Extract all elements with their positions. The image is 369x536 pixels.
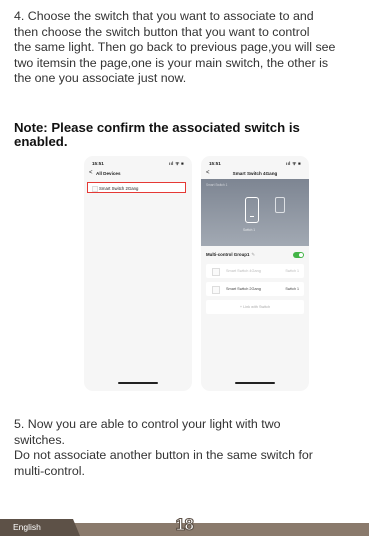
page-number: 18 (175, 514, 195, 534)
back-icon[interactable]: < (89, 170, 93, 177)
status-time: 15:51 (209, 161, 221, 166)
note-paragraph: Note: Please confirm the associated swit… (14, 120, 300, 149)
switch-button-secondary-icon[interactable] (275, 197, 285, 213)
link-with-switch-button[interactable]: + Link with Switch (206, 300, 304, 314)
switch-icon (212, 286, 220, 294)
phone-screenshot-all-devices: 15:51 ııl ᯤ ■ < All Devices Smart Switch… (84, 156, 192, 391)
switch-label: Switch 1 (243, 228, 256, 232)
edit-icon[interactable]: ✎ (251, 252, 255, 257)
link-label: + Link with Switch (239, 305, 271, 309)
nav-bar: < All Devices (84, 170, 192, 179)
step-5-paragraph: 5. Now you are able to control your ligh… (14, 417, 313, 478)
group-label: Multi-control Group1 (206, 252, 250, 257)
device-label: Smart Switch 2Gang (99, 185, 139, 191)
device-row-highlighted[interactable]: Smart Switch 2Gang (87, 182, 186, 193)
switch-button-icon[interactable] (245, 197, 259, 223)
screen-title: All Devices (96, 171, 121, 176)
switch-hero-panel: Smart Switch 1 Switch 1 (201, 179, 309, 269)
status-bar: 15:51 ııl ᯤ ■ (209, 161, 301, 169)
associated-switch-row[interactable]: Smart Switch 4Gang Switch 1 (206, 264, 304, 278)
status-bar: 15:51 ııl ᯤ ■ (92, 161, 184, 169)
screen-title: Smart Switch 4Gang (232, 171, 278, 176)
row-device-name: Smart Switch 2Gang (226, 287, 261, 291)
multi-control-header: Multi-control Group1 ✎ (206, 252, 304, 260)
home-indicator (118, 382, 158, 384)
associated-switch-row[interactable]: Smart Switch 2Gang Switch 1 (206, 282, 304, 296)
status-icons: ııl ᯤ ■ (286, 161, 301, 166)
device-icon (92, 185, 98, 192)
status-icons: ııl ᯤ ■ (169, 161, 184, 166)
phone-screenshot-switch-detail: Smart Switch 1 Switch 1 15:51 ııl ᯤ ■ < … (201, 156, 309, 391)
switch-icon (212, 268, 220, 276)
row-device-name: Smart Switch 4Gang (226, 269, 261, 273)
home-indicator (235, 382, 275, 384)
nav-bar: < Smart Switch 4Gang (201, 170, 309, 179)
group-enable-toggle[interactable] (293, 252, 304, 258)
row-switch-name: Switch 1 (285, 287, 299, 291)
status-time: 15:51 (92, 161, 104, 166)
hero-caption: Smart Switch 1 (206, 183, 228, 187)
row-switch-name: Switch 1 (285, 269, 299, 273)
step-4-paragraph: 4. Choose the switch that you want to as… (14, 9, 336, 86)
